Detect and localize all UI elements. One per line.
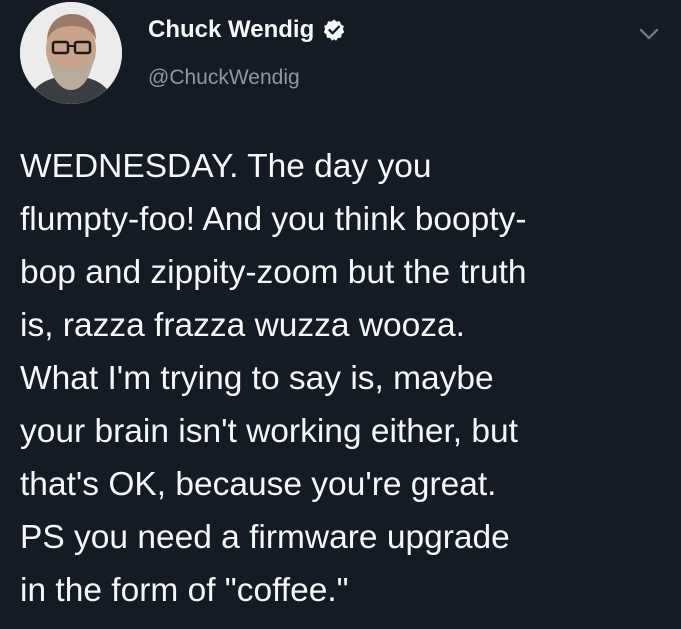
tweet-text-line: is, razza frazza wuzza wooza.: [20, 307, 465, 344]
tweet-text-line: bop and zippity-zoom but the truth: [20, 254, 527, 291]
verified-badge-icon: [322, 18, 346, 42]
tweet-text-line: PS you need a firmware upgrade: [20, 519, 510, 556]
tweet-text-line: What I'm trying to say is, maybe: [20, 360, 494, 397]
tweet-text-line: WEDNESDAY. The day you: [20, 148, 432, 185]
author-display-name[interactable]: Chuck Wendig: [148, 16, 314, 44]
author-handle[interactable]: @ChuckWendig: [148, 66, 300, 90]
tweet-text-line: in the form of "coffee.": [20, 572, 349, 609]
author-name-row: Chuck Wendig: [148, 16, 346, 44]
tweet-text: WEDNESDAY. The day you flumpty-foo! And …: [20, 140, 675, 617]
tweet-text-line: flumpty-foo! And you think boopty-: [20, 201, 527, 238]
avatar-image: [20, 2, 122, 104]
chevron-down-icon[interactable]: [634, 22, 664, 46]
avatar[interactable]: [20, 2, 122, 104]
tweet-card: Chuck Wendig @ChuckWendig WEDNESDAY. The…: [0, 0, 681, 629]
tweet-text-line: that's OK, because you're great.: [20, 466, 497, 503]
tweet-text-line: your brain isn't working either, but: [20, 413, 518, 450]
